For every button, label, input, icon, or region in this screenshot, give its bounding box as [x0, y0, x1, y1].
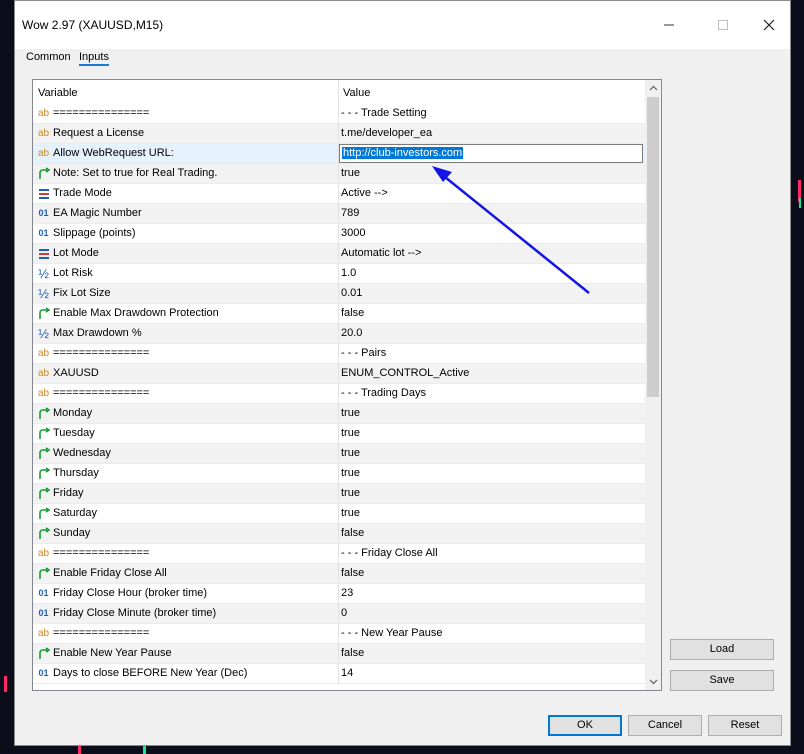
annotation-arrow: [432, 166, 590, 294]
